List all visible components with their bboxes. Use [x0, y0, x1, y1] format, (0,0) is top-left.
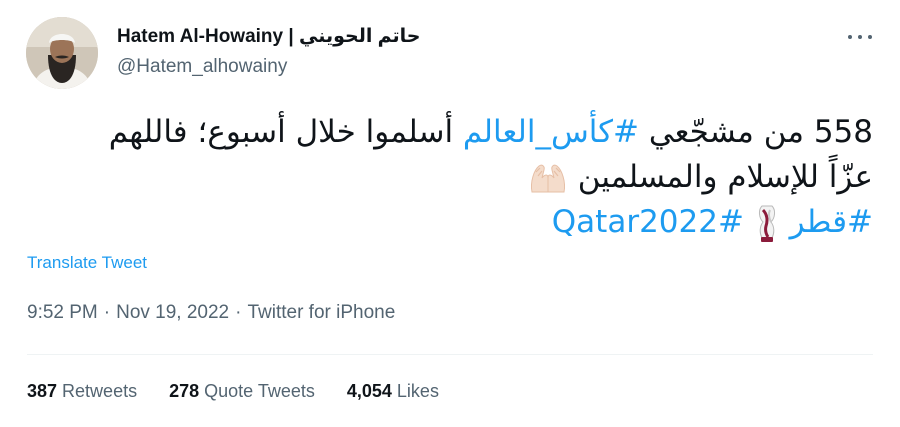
divider — [27, 354, 873, 355]
avatar[interactable] — [26, 17, 98, 89]
author-handle[interactable]: @Hatem_alhowainy — [117, 56, 287, 78]
hashtag-link[interactable]: #Qatar2022 — [552, 204, 744, 240]
tweet-text-segment: أسلموا خلال أسبوع؛ فاللهم — [108, 114, 463, 150]
tweet-line-3: #قطر #Qatar2022 — [13, 200, 873, 245]
quote-tweets-count: 278 — [169, 381, 200, 401]
quote-tweets-label: Quote Tweets — [204, 381, 315, 401]
likes-count: 4,054 — [346, 381, 392, 401]
likes-stat[interactable]: 4,054 Likes — [347, 381, 439, 402]
tweet-line-2: عزّاً للإسلام والمسلمين — [13, 155, 873, 200]
tweet-date[interactable]: Nov 19, 2022 — [116, 302, 229, 323]
author-display-name[interactable]: Hatem Al-Howainy | حاتم الحويني — [117, 25, 421, 48]
tweet-line-1: 558 من مشجّعي #كأس_العالم أسلموا خلال أس… — [13, 110, 873, 155]
more-dot — [848, 35, 852, 39]
raising-hands-emoji — [530, 164, 565, 192]
meta-separator: · — [103, 302, 111, 323]
world-cup-trophy-emoji — [758, 205, 775, 242]
meta-separator: · — [235, 302, 242, 323]
hashtag-link[interactable]: #قطر — [790, 204, 873, 240]
tweet-metadata: 9:52 PM · Nov 19, 2022 · Twitter for iPhone — [27, 302, 395, 324]
retweets-stat[interactable]: 387 Retweets — [27, 381, 137, 402]
retweets-label: Retweets — [62, 381, 138, 401]
retweets-count: 387 — [27, 381, 58, 401]
more-dot — [868, 35, 872, 39]
tweet-source[interactable]: Twitter for iPhone — [247, 302, 395, 323]
likes-label: Likes — [396, 381, 439, 401]
tweet-text-segment: 558 من مشجّعي — [638, 114, 873, 150]
translate-tweet-link[interactable]: Translate Tweet — [27, 253, 147, 273]
tweet-stats: 387 Retweets 278 Quote Tweets 4,054 Like… — [27, 381, 439, 402]
tweet-text: 558 من مشجّعي #كأس_العالم أسلموا خلال أس… — [13, 110, 873, 245]
avatar-image — [26, 17, 98, 89]
more-options-icon[interactable] — [848, 27, 872, 47]
tweet-text-segment: عزّاً للإسلام والمسلمين — [577, 159, 873, 195]
more-dot — [858, 35, 862, 39]
hashtag-link[interactable]: #كأس_العالم — [463, 114, 639, 150]
tweet-time[interactable]: 9:52 PM — [27, 302, 98, 323]
tweet-card: Hatem Al-Howainy | حاتم الحويني @Hatem_a… — [0, 0, 900, 427]
quote-tweets-stat[interactable]: 278 Quote Tweets — [169, 381, 315, 402]
